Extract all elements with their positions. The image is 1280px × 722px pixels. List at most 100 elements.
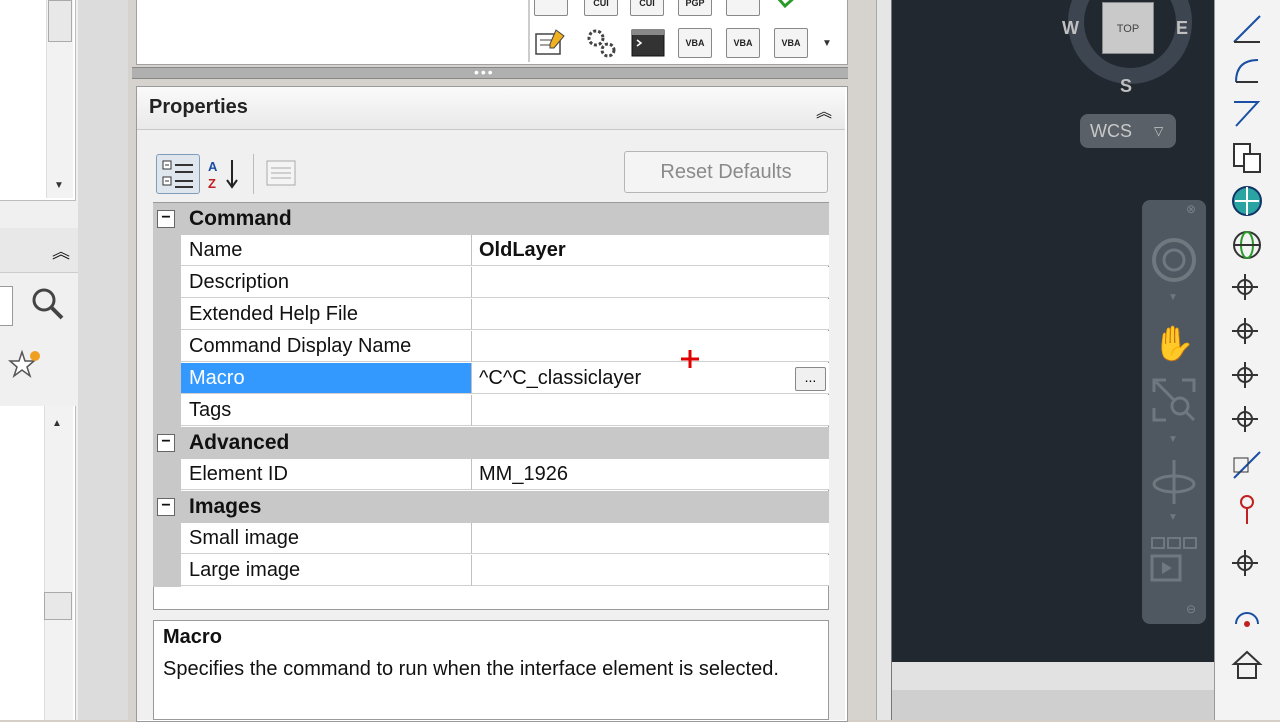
pgp-icon[interactable]: PGP [678, 0, 712, 16]
row-gutter [153, 331, 181, 363]
pan-hand-icon[interactable]: ✋ [1152, 322, 1196, 366]
orbit-icon[interactable] [1150, 456, 1198, 508]
collapse-toggle-icon[interactable]: − [157, 210, 175, 228]
row-gutter [153, 363, 181, 395]
wcs-menu-button[interactable]: WCS ▽ [1080, 114, 1176, 148]
property-row-description[interactable]: Description [153, 267, 829, 299]
left-scroll-thumb-top[interactable] [48, 0, 72, 42]
left-input-field[interactable] [0, 286, 13, 326]
property-name: Name [181, 235, 471, 266]
gears-icon[interactable] [584, 26, 618, 60]
property-row-small-image[interactable]: Small image [153, 523, 829, 555]
collapse-toggle-icon[interactable]: − [157, 434, 175, 452]
scroll-up-arrow-icon[interactable]: ▲ [52, 418, 62, 429]
svg-text:A: A [208, 159, 218, 174]
node-target-icon[interactable] [1230, 272, 1264, 306]
node-attribute-icon[interactable] [1230, 316, 1264, 350]
category-label: Command [189, 207, 292, 230]
property-value[interactable]: OldLayer [471, 235, 829, 266]
options-icon[interactable]: ⊖ [1186, 602, 1196, 616]
panel-gap [78, 0, 128, 720]
property-value[interactable] [471, 267, 829, 298]
property-row-element-id[interactable]: Element ID MM_1926 [153, 459, 829, 491]
dimension-aligned-icon[interactable] [1230, 12, 1264, 46]
vba-run-icon[interactable]: VBA [678, 28, 712, 58]
checkmark-icon[interactable] [776, 0, 798, 10]
property-row-display-name[interactable]: Command Display Name [153, 331, 829, 363]
left-scrollbar-bottom[interactable] [44, 406, 73, 720]
compass-south[interactable]: S [1120, 76, 1132, 97]
command-line-icon[interactable] [630, 28, 666, 58]
collapse-icon[interactable]: ︽ [816, 98, 842, 124]
macro-ellipsis-button[interactable]: ... [795, 367, 826, 391]
categorized-view-button[interactable] [156, 154, 200, 194]
house-icon[interactable] [1230, 648, 1264, 682]
property-row-tags[interactable]: Tags [153, 395, 829, 427]
search-icon[interactable] [30, 286, 66, 322]
showmotion-icon[interactable] [1150, 536, 1198, 586]
zoom-extents-icon[interactable] [1150, 376, 1198, 424]
globe-icon[interactable] [1230, 184, 1264, 218]
property-name: Small image [181, 523, 471, 554]
property-value[interactable] [471, 523, 829, 554]
property-row-macro[interactable]: Macro ^C^C_classiclayer [153, 363, 829, 395]
dropdown-arrow-icon[interactable]: ▼ [1168, 512, 1178, 523]
pin-marker-icon[interactable] [1230, 492, 1264, 526]
window-divider[interactable] [876, 0, 892, 720]
node-select-icon[interactable] [1230, 360, 1264, 394]
vba-load-icon[interactable]: VBA [726, 28, 760, 58]
draw-edit-icon[interactable] [1230, 448, 1264, 482]
property-row-name[interactable]: Name OldLayer [153, 235, 829, 267]
compass-east[interactable]: E [1176, 18, 1188, 39]
property-value[interactable] [471, 299, 829, 330]
property-value[interactable]: MM_1926 [471, 459, 829, 490]
compass-west[interactable]: W [1062, 18, 1079, 39]
property-pages-icon[interactable] [264, 158, 298, 188]
snap-settings-icon[interactable] [1230, 548, 1264, 582]
categorized-list-icon [162, 160, 193, 188]
cui-export-icon[interactable]: CUI [630, 0, 664, 16]
paste-icon[interactable] [1230, 140, 1264, 174]
row-gutter [153, 555, 181, 587]
property-name: Extended Help File [181, 299, 471, 330]
property-value[interactable] [471, 395, 829, 426]
row-gutter [153, 459, 181, 491]
world-grid-icon[interactable] [1230, 228, 1264, 262]
property-row-help-file[interactable]: Extended Help File [153, 299, 829, 331]
category-command[interactable]: − Command [153, 203, 829, 235]
scroll-down-arrow-icon[interactable]: ▼ [54, 180, 64, 191]
vba-manager-icon[interactable]: VBA [774, 28, 808, 58]
property-name: Description [181, 267, 471, 298]
property-row-large-image[interactable]: Large image [153, 555, 829, 587]
dimension-arc-icon[interactable] [1230, 54, 1264, 88]
node-search-icon[interactable] [1230, 404, 1264, 438]
chevron-down-icon: ▽ [1154, 124, 1164, 138]
dropdown-arrow-icon[interactable]: ▼ [1168, 292, 1178, 303]
edit-icon[interactable] [534, 0, 568, 16]
close-icon[interactable]: ⊗ [1186, 202, 1196, 216]
property-value[interactable] [471, 555, 829, 586]
monitor-icon[interactable] [726, 0, 760, 16]
macro-value-input[interactable]: ^C^C_classiclayer [471, 363, 829, 394]
reset-defaults-button[interactable]: Reset Defaults [624, 151, 828, 193]
sort-alphabetical-icon[interactable]: AZ [206, 156, 242, 192]
collapse-icon-left[interactable]: ︽ [52, 238, 70, 264]
edit-pencil-icon[interactable] [534, 28, 568, 58]
dimension-angle-icon[interactable] [1230, 96, 1264, 130]
collapse-toggle-icon[interactable]: − [157, 498, 175, 516]
rotate-node-icon[interactable] [1230, 604, 1264, 638]
wcs-label: WCS [1090, 121, 1132, 141]
category-advanced[interactable]: − Advanced [153, 427, 829, 459]
category-images[interactable]: − Images [153, 491, 829, 523]
viewcube-top-face[interactable]: TOP [1102, 2, 1154, 54]
dropdown-arrow-icon[interactable]: ▼ [1168, 434, 1178, 445]
property-name: Element ID [181, 459, 471, 490]
steering-wheel-icon[interactable] [1150, 236, 1198, 284]
left-scroll-thumb-bottom[interactable] [44, 592, 72, 620]
toolbar-separator [528, 0, 530, 62]
splitter-grip-icon[interactable]: ••• [474, 64, 495, 80]
cui-icon[interactable]: CUI [584, 0, 618, 16]
favorite-star-icon[interactable] [8, 348, 42, 382]
property-value[interactable] [471, 331, 829, 362]
toolbar-overflow-icon[interactable]: ▼ [822, 38, 832, 49]
